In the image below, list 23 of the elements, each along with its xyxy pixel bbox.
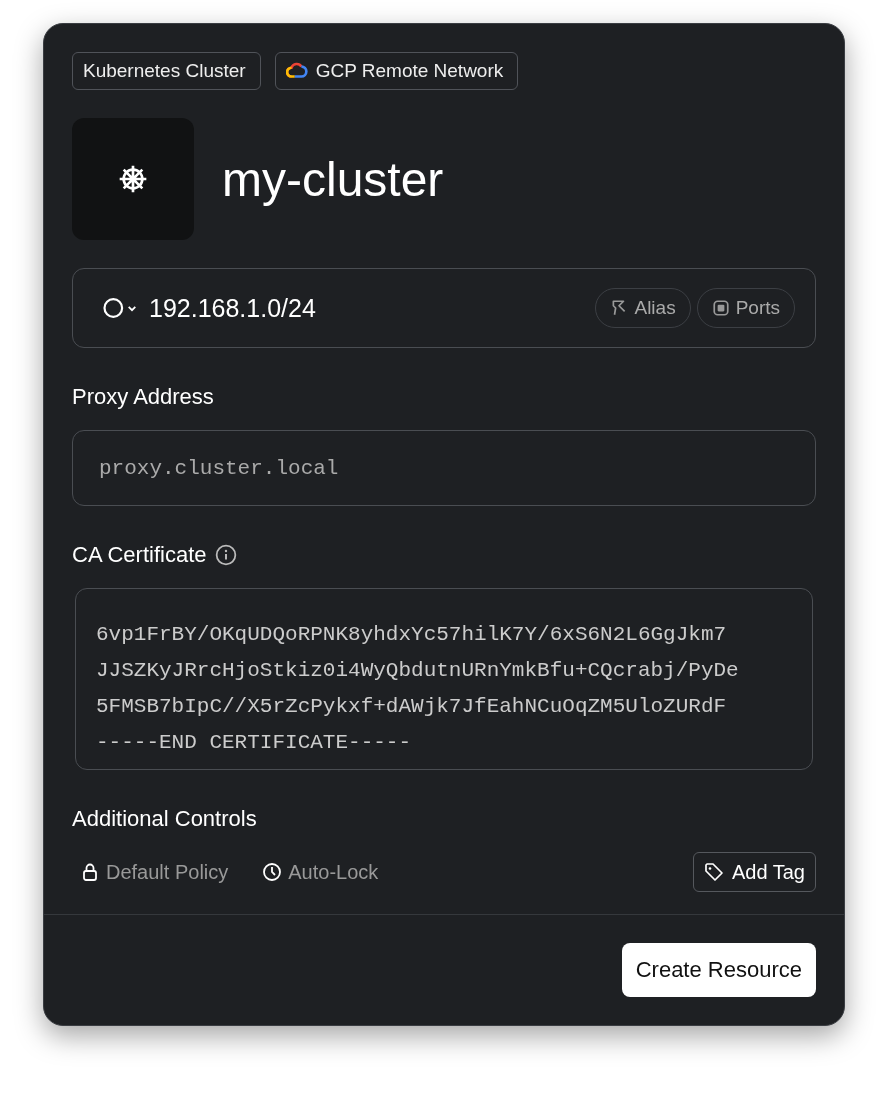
info-icon[interactable] <box>214 544 237 566</box>
proxy-address-input[interactable]: proxy.cluster.local <box>72 430 816 506</box>
certificate-textarea[interactable]: 6vp1FrBY/OKqUDQoRPNK8yhdxYc57hilK7Y/6xS6N2L6GgJkm7 JJSZKyJRrcHjoStkiz0i4WyQbdutnURnYmkBfu+CQcrabj/PyDe 5FMSB7bIpC//X5rZcPykxf+dAWjk7JfEahNCuOqZM5UloZURdF -----END CERTIFICATE----- <box>75 588 813 770</box>
tag-chip: Kubernetes Cluster <box>72 52 261 90</box>
tag-chip: GCP Remote Network <box>274 52 519 90</box>
helm-wheel-icon <box>117 163 149 195</box>
policy-option[interactable]: Default Policy <box>80 860 229 884</box>
tag-icon <box>703 862 724 882</box>
square-icon <box>711 299 730 317</box>
add-tag-button[interactable]: Add Tag <box>692 852 816 892</box>
create-resource-button[interactable]: Create Resource <box>621 943 816 997</box>
alias-button[interactable]: Alias <box>595 288 691 328</box>
resource-title: my-cluster <box>222 151 444 207</box>
address-field[interactable]: 192.168.1.0/24 Alias Ports <box>72 268 816 348</box>
section-label: Additional Controls <box>72 806 258 832</box>
circle-dropdown-icon[interactable] <box>103 297 139 319</box>
ports-button[interactable]: Ports <box>696 288 795 328</box>
cloud-icon <box>285 62 308 80</box>
field-label: CA Certificate <box>72 542 207 568</box>
field-label: Proxy Address <box>72 384 215 410</box>
clock-icon <box>262 862 283 882</box>
lock-icon <box>80 862 100 882</box>
auto-lock-option[interactable]: Auto-Lock <box>262 860 379 884</box>
